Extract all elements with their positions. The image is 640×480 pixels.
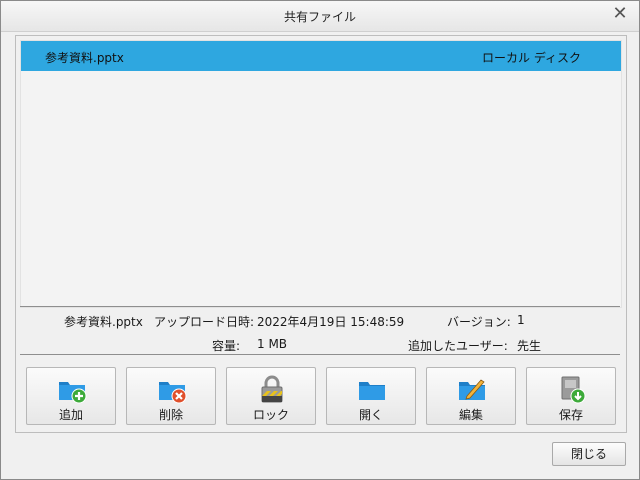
- details-top-divider: [20, 306, 620, 307]
- upload-label: アップロード日時:: [154, 315, 255, 329]
- delete-button[interactable]: 削除: [126, 367, 216, 425]
- close-icon[interactable]: ✕: [611, 5, 629, 23]
- folder-open-icon: [359, 382, 385, 400]
- save-button-label: 保存: [558, 408, 583, 422]
- version-value: 1: [517, 313, 525, 327]
- add-button[interactable]: 追加: [26, 367, 116, 425]
- dialog-title: 共有ファイル: [283, 10, 356, 24]
- shared-files-dialog: 共有ファイル ✕ 参考資料.pptx ローカル ディスク 参考資料.pptx ア…: [0, 0, 640, 480]
- folder-add-icon: [59, 382, 87, 404]
- upload-value: 2022年4月19日 15:48:59: [257, 315, 405, 329]
- main-panel: 参考資料.pptx ローカル ディスク 参考資料.pptx アップロード日時: …: [15, 35, 627, 433]
- lock-button-label: ロック: [252, 408, 289, 422]
- lock-button[interactable]: ロック: [226, 367, 316, 425]
- file-row-selected[interactable]: 参考資料.pptx ローカル ディスク: [21, 41, 621, 71]
- detail-file-name: 参考資料.pptx: [64, 315, 143, 329]
- size-label: 容量:: [212, 339, 241, 353]
- delete-button-label: 削除: [158, 408, 183, 422]
- added-by-value: 先生: [517, 339, 542, 353]
- details-bottom-divider: [20, 354, 620, 355]
- file-list[interactable]: 参考資料.pptx ローカル ディスク: [20, 40, 622, 308]
- edit-button-label: 編集: [458, 408, 483, 422]
- save-download-icon: [561, 376, 586, 404]
- added-by-label: 追加したユーザー:: [408, 339, 508, 353]
- folder-delete-icon: [159, 382, 187, 404]
- file-row-location: ローカル ディスク: [482, 51, 581, 65]
- add-button-label: 追加: [58, 408, 83, 422]
- size-value: 1 MB: [257, 337, 288, 351]
- open-button[interactable]: 開く: [326, 367, 416, 425]
- save-button[interactable]: 保存: [526, 367, 616, 425]
- title-bar: 共有ファイル ✕: [1, 1, 639, 32]
- version-label: バージョン:: [447, 315, 511, 329]
- folder-edit-icon: [459, 379, 485, 400]
- file-row-name: 参考資料.pptx: [45, 51, 124, 65]
- open-button-label: 開く: [358, 408, 383, 422]
- toolbar: 追加 削除 ロック 開く 編集 保存: [26, 367, 618, 425]
- close-button[interactable]: 閉じる: [552, 442, 626, 466]
- padlock-icon: [261, 375, 283, 403]
- edit-button[interactable]: 編集: [426, 367, 516, 425]
